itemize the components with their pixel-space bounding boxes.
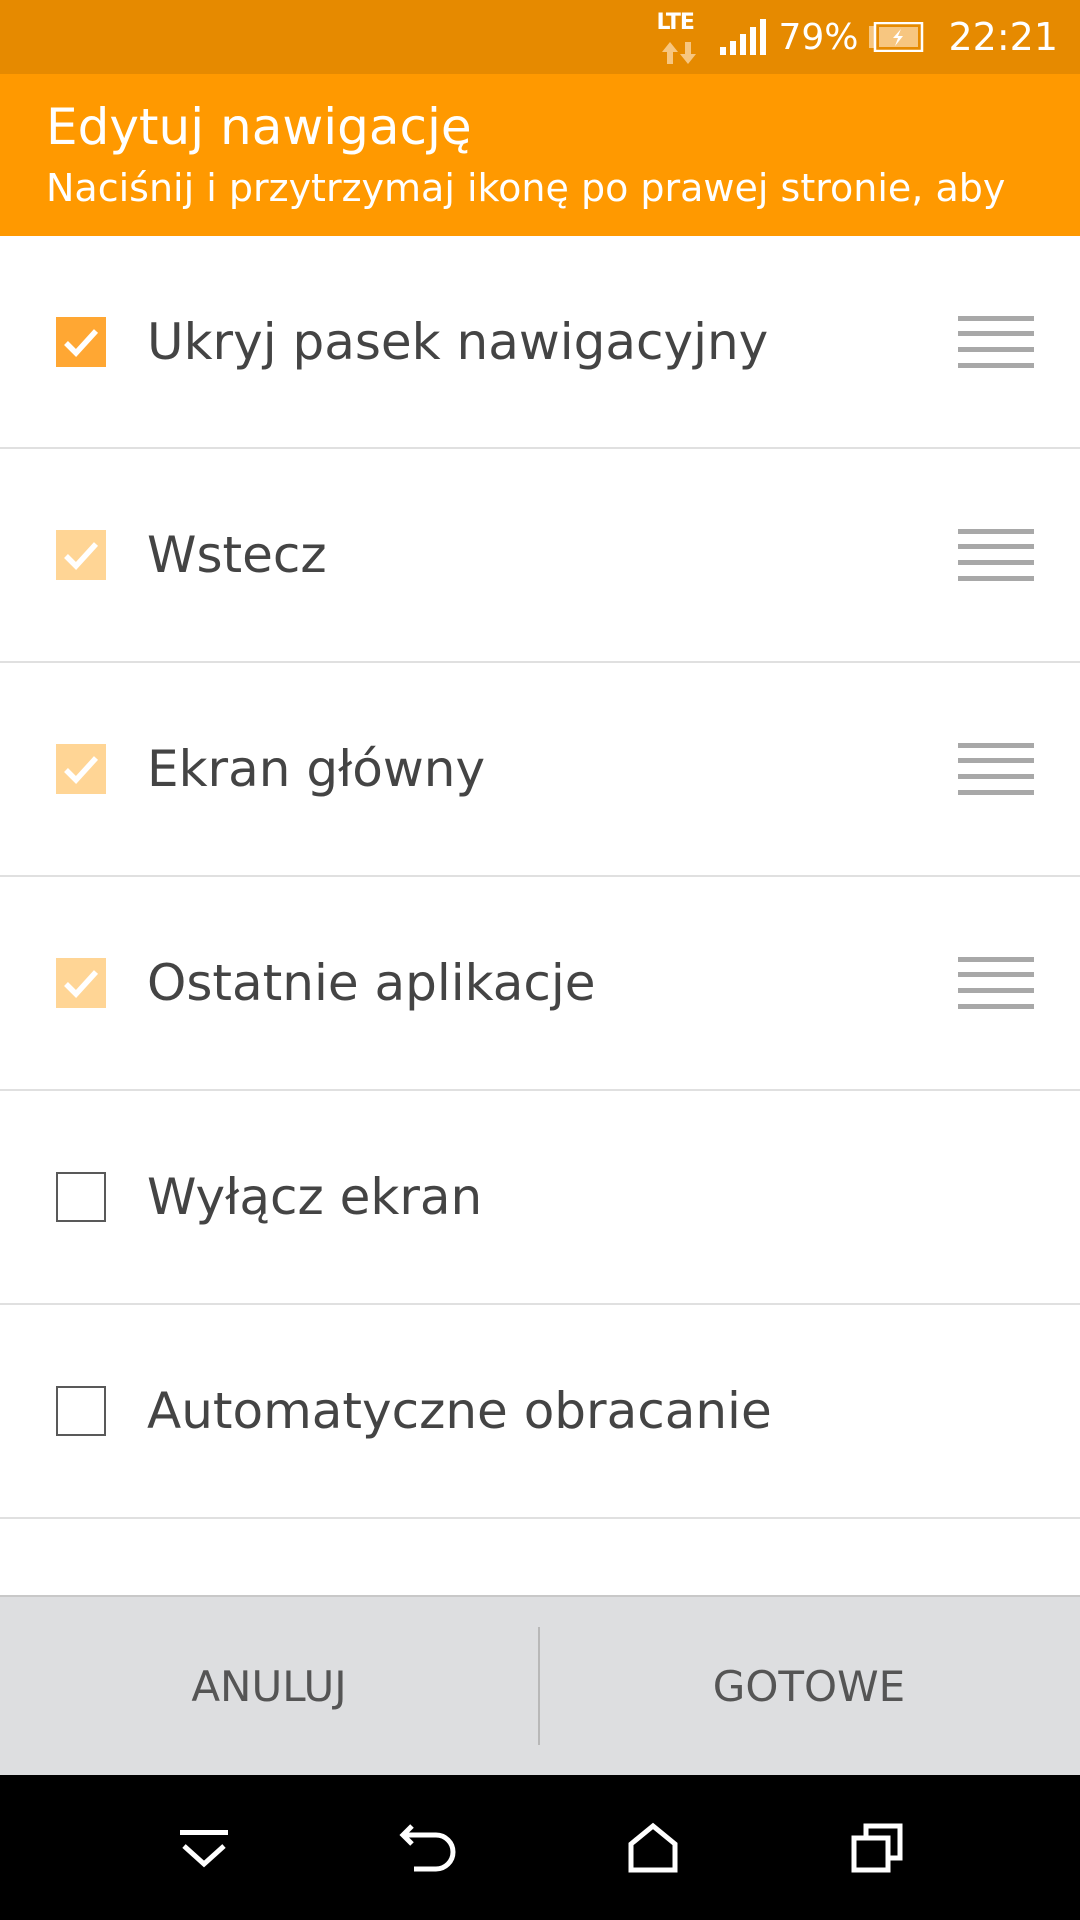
cancel-button[interactable]: ANULUJ xyxy=(0,1597,538,1775)
drag-handle-icon[interactable] xyxy=(958,743,1034,795)
battery-charging-icon xyxy=(869,22,924,52)
signal-icon xyxy=(720,19,767,55)
checkmark-icon xyxy=(64,970,99,998)
action-bar: ANULUJ GOTOWE xyxy=(0,1595,1080,1775)
checkbox-checked[interactable] xyxy=(56,316,106,367)
list-item-recent-apps[interactable]: Ostatnie aplikacje xyxy=(0,877,1080,1091)
list-item-label: Ostatnie aplikacje xyxy=(147,954,596,1012)
list-item-label: Ukryj pasek nawigacyjny xyxy=(147,312,769,371)
list-item-label: Wstecz xyxy=(147,526,327,584)
clock: 22:21 xyxy=(948,15,1058,59)
checkbox-checked[interactable] xyxy=(56,958,106,1008)
checkbox-unchecked[interactable] xyxy=(56,1172,106,1222)
list-item-label: Wyłącz ekran xyxy=(147,1168,483,1226)
drag-handle-icon[interactable] xyxy=(958,315,1034,368)
recents-icon[interactable] xyxy=(828,1775,928,1920)
list-item-label: Automatyczne obracanie xyxy=(147,1382,772,1440)
lte-data-icon: LTE xyxy=(656,8,704,66)
checkbox-checked[interactable] xyxy=(56,530,106,580)
home-icon[interactable] xyxy=(603,1775,703,1920)
battery-percent: 79% xyxy=(778,16,859,58)
checkmark-icon xyxy=(64,328,99,357)
page-subtitle: Naciśnij i przytrzymaj ikonę po prawej s… xyxy=(46,166,1006,210)
list-item-auto-rotate[interactable]: Automatyczne obracanie xyxy=(0,1305,1080,1519)
status-icons: LTE 79% 22:21 xyxy=(656,0,1058,74)
status-bar: LTE 79% 22:21 xyxy=(0,0,1080,74)
page-title: Edytuj nawigację xyxy=(46,98,472,156)
system-nav-bar xyxy=(0,1775,1080,1920)
list-item-home[interactable]: Ekran główny xyxy=(0,663,1080,877)
list-item-back[interactable]: Wstecz xyxy=(0,449,1080,663)
header: Edytuj nawigację Naciśnij i przytrzymaj … xyxy=(0,74,1080,236)
done-button[interactable]: GOTOWE xyxy=(540,1597,1078,1775)
drag-handle-icon[interactable] xyxy=(958,529,1034,581)
network-type: LTE xyxy=(656,10,694,35)
nav-button-list: Ukryj pasek nawigacyjny Wstecz Ekran głó… xyxy=(0,236,1080,1519)
back-icon[interactable] xyxy=(378,1775,478,1920)
checkmark-icon xyxy=(64,756,99,784)
list-item-hide-nav-bar[interactable]: Ukryj pasek nawigacyjny xyxy=(0,236,1080,449)
checkmark-icon xyxy=(64,542,99,570)
drag-handle-icon[interactable] xyxy=(958,957,1034,1009)
checkbox-checked[interactable] xyxy=(56,744,106,794)
hide-nav-icon[interactable] xyxy=(154,1775,254,1920)
list-item-label: Ekran główny xyxy=(147,740,486,798)
checkbox-unchecked[interactable] xyxy=(56,1386,106,1436)
list-item-screen-off[interactable]: Wyłącz ekran xyxy=(0,1091,1080,1305)
